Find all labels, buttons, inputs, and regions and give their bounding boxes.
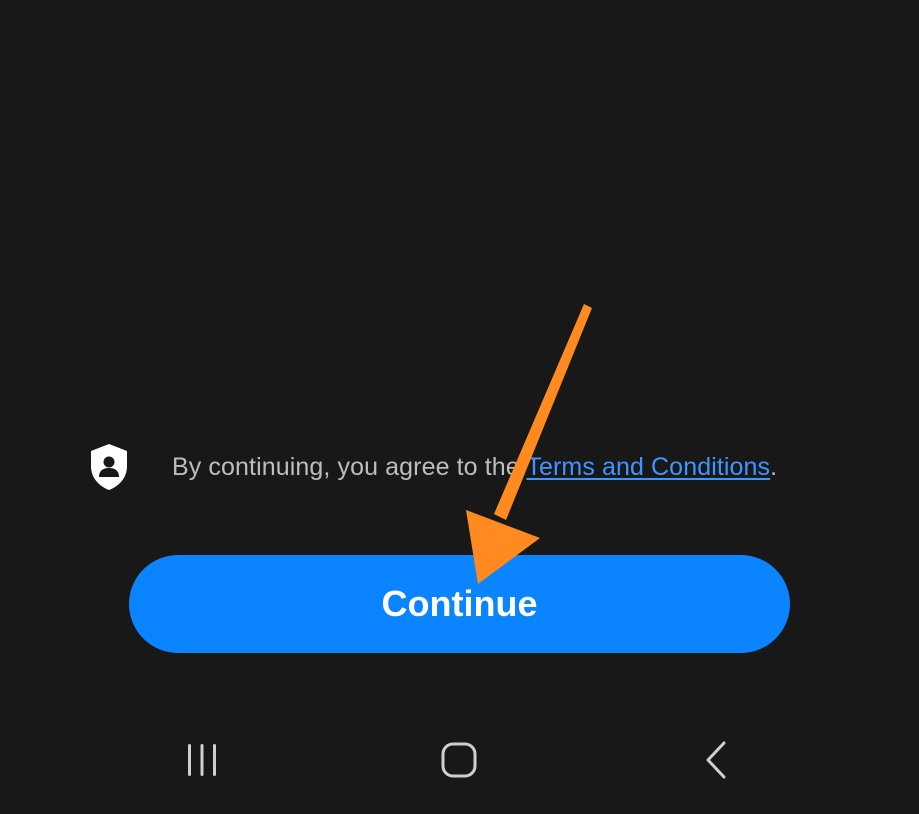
terms-suffix: . <box>770 452 778 481</box>
recent-apps-icon <box>188 744 216 776</box>
recent-apps-button[interactable] <box>162 722 242 798</box>
back-button[interactable] <box>676 722 756 798</box>
terms-prefix: By continuing, you agree to the <box>172 452 527 481</box>
terms-notice: By continuing, you agree to the Terms an… <box>88 440 848 494</box>
system-navigation-bar <box>0 722 919 798</box>
terms-and-conditions-link[interactable]: Terms and Conditions <box>526 453 770 481</box>
shield-person-icon <box>88 441 130 493</box>
home-button[interactable] <box>419 722 499 798</box>
continue-button[interactable]: Continue <box>129 555 790 653</box>
terms-text: By continuing, you agree to the Terms an… <box>172 453 777 482</box>
home-icon <box>441 742 477 778</box>
back-icon <box>706 741 726 779</box>
consent-screen: By continuing, you agree to the Terms an… <box>0 0 919 814</box>
annotation-arrow <box>466 304 592 584</box>
